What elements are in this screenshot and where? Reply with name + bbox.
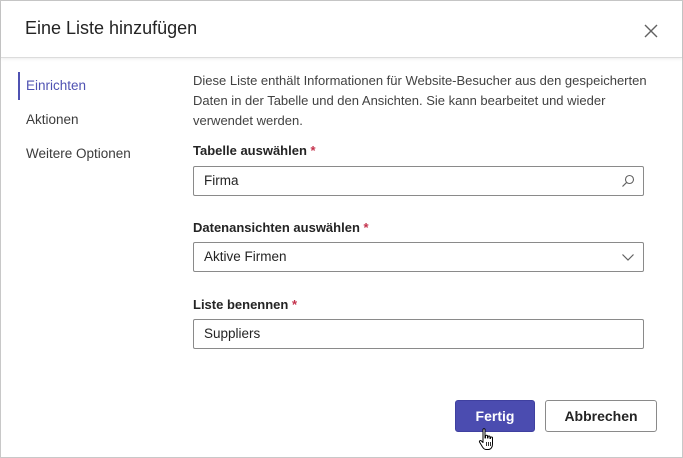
views-label-text: Datenansichten auswählen <box>193 220 360 235</box>
close-icon <box>644 24 658 38</box>
hand-pointer-cursor-icon <box>478 428 493 450</box>
table-input-value: Firma <box>204 173 239 188</box>
add-list-dialog: Eine Liste hinzufügen Einrichten Aktione… <box>0 0 683 458</box>
close-button[interactable] <box>641 21 661 41</box>
nav-item-einrichten[interactable]: Einrichten <box>1 71 171 101</box>
search-icon <box>622 174 635 187</box>
table-label-text: Tabelle auswählen <box>193 143 307 158</box>
nav-item-label: Einrichten <box>26 78 87 93</box>
description-text: Diese Liste enthält Informationen für We… <box>193 73 647 128</box>
list-name-input[interactable]: Suppliers <box>193 319 644 349</box>
table-search-input[interactable]: Firma <box>193 166 644 196</box>
dialog-content: Diese Liste enthält Informationen für We… <box>193 71 647 349</box>
name-label: Liste benennen * <box>193 297 297 312</box>
table-label: Tabelle auswählen * <box>193 143 316 158</box>
nav-item-weitere-optionen[interactable]: Weitere Optionen <box>1 139 171 169</box>
required-mark: * <box>291 297 298 312</box>
dialog-title: Eine Liste hinzufügen <box>25 18 198 38</box>
name-label-text: Liste benennen <box>193 297 289 312</box>
cancel-button[interactable]: Abbrechen <box>545 400 657 432</box>
views-dropdown[interactable]: Aktive Firmen <box>193 242 644 272</box>
required-mark: * <box>363 220 369 235</box>
chevron-down-icon <box>622 254 634 261</box>
views-label: Datenansichten auswählen * <box>193 220 369 235</box>
views-dropdown-value: Aktive Firmen <box>204 249 287 264</box>
dialog-nav: Einrichten Aktionen Weitere Optionen <box>1 71 171 173</box>
nav-item-label: Aktionen <box>26 112 79 127</box>
nav-item-label: Weitere Optionen <box>26 146 131 161</box>
list-name-value: Suppliers <box>204 326 261 341</box>
dialog-header: Eine Liste hinzufügen <box>1 1 682 58</box>
nav-item-aktionen[interactable]: Aktionen <box>1 105 171 135</box>
required-mark: * <box>310 143 316 158</box>
